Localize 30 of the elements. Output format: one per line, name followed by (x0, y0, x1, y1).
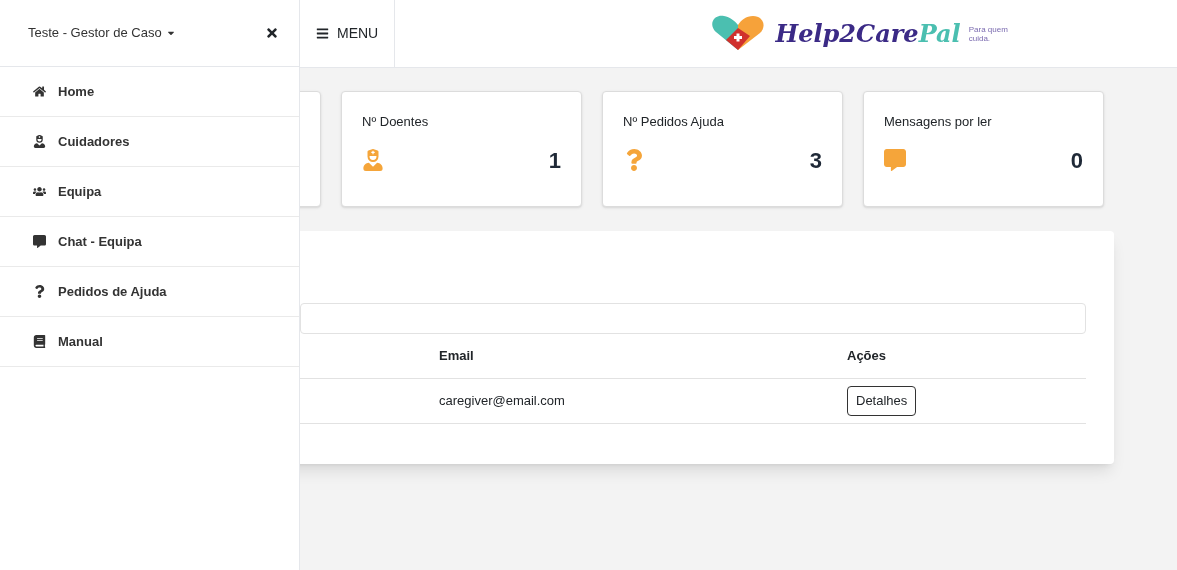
nurse-icon (362, 149, 384, 171)
nurse-icon (33, 135, 46, 148)
question-icon (33, 285, 46, 298)
stat-label: Nº Pedidos Ajuda (623, 113, 725, 131)
stat-value: 0 (1070, 146, 1083, 175)
stat-label: Nº Doentes (362, 113, 430, 131)
logo-wordmark: Help2CarePal (775, 17, 961, 50)
column-header: Ações (847, 347, 888, 366)
home-icon (33, 85, 46, 98)
stat-value: 1 (548, 146, 561, 175)
users-icon (33, 185, 46, 198)
sidebar-item[interactable]: Chat - Equipa (0, 217, 299, 267)
chat-icon (884, 149, 906, 171)
sidebar-item[interactable]: Equipa (0, 167, 299, 217)
sidebar-item[interactable]: Pedidos de Ajuda (0, 267, 299, 317)
sidebar-item[interactable]: Home (0, 67, 299, 117)
close-icon[interactable] (265, 26, 279, 40)
stat-value: 3 (809, 146, 822, 175)
chat-icon (33, 235, 46, 248)
sidebar-item[interactable]: Cuidadores (0, 117, 299, 167)
user-dropdown[interactable]: Teste - Gestor de Caso (28, 23, 176, 43)
search-field[interactable] (300, 303, 1086, 334)
menu-icon (316, 27, 329, 40)
column-header: Email (439, 347, 475, 366)
table-cell-text: caregiver@email.com (439, 392, 566, 411)
logo-tagline: Para quem cuida. (968, 24, 1009, 43)
book-icon (33, 335, 46, 348)
sidebar-item[interactable]: Manual (0, 317, 299, 367)
stat-label: Mensagens por ler (884, 113, 993, 131)
details-button[interactable]: Detalhes (847, 386, 917, 416)
